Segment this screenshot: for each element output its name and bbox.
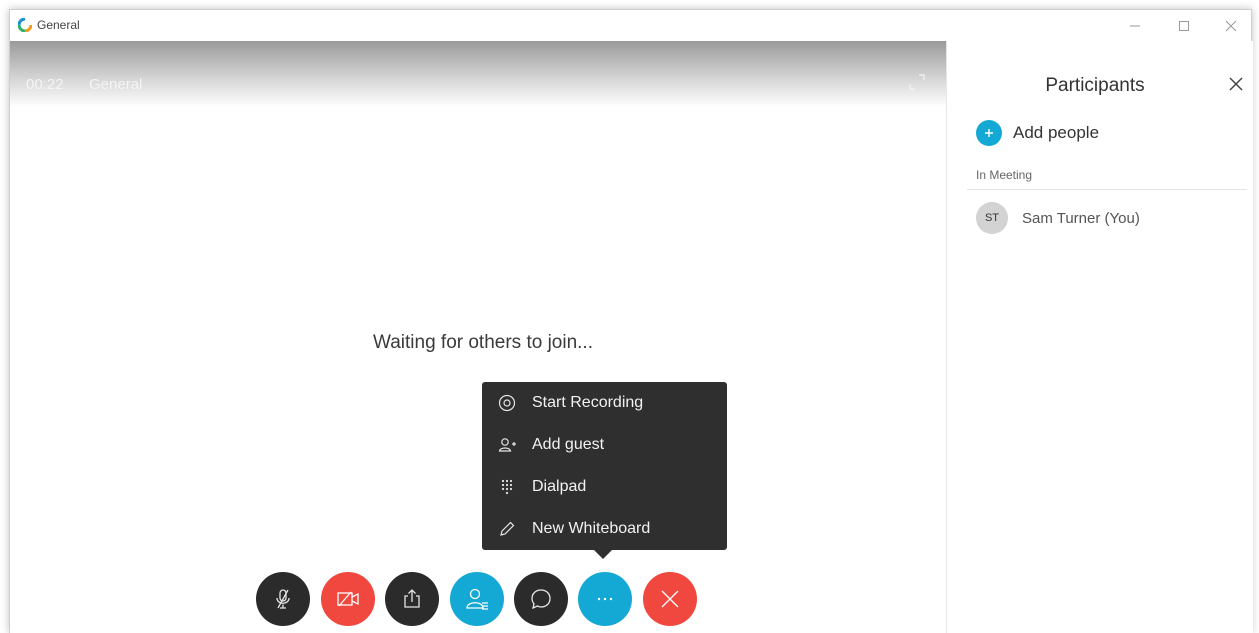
participants-panel: Participants Add people In Meeting ST Sa…	[946, 41, 1253, 633]
minimize-button[interactable]	[1120, 14, 1150, 38]
microphone-muted-icon	[276, 589, 290, 609]
fullscreen-icon[interactable]	[908, 73, 926, 91]
add-guest-icon	[497, 435, 517, 455]
dialpad-icon	[497, 477, 517, 497]
menu-item-start-recording[interactable]: Start Recording	[482, 382, 727, 424]
menu-item-label: Add guest	[532, 436, 605, 453]
avatar: ST	[976, 202, 1008, 234]
section-label: In Meeting	[976, 168, 1033, 182]
video-button[interactable]	[321, 572, 375, 626]
menu-item-new-whiteboard[interactable]: New Whiteboard	[482, 508, 727, 550]
panel-title: Participants	[1045, 75, 1145, 96]
stage-header: 00:22 General	[10, 41, 946, 107]
end-call-button[interactable]	[643, 572, 697, 626]
add-people-label[interactable]: Add people	[1013, 123, 1099, 143]
app-window: General 00:22 General Waiting for others…	[9, 9, 1253, 633]
add-people-button[interactable]	[976, 120, 1002, 146]
menu-item-label: Start Recording	[532, 394, 644, 411]
more-icon	[597, 597, 613, 601]
call-timer: 00:22	[26, 76, 64, 93]
minimize-icon	[1130, 25, 1140, 27]
chat-icon	[531, 589, 551, 610]
waiting-message: Waiting for others to join...	[372, 332, 593, 353]
menu-item-add-guest[interactable]: Add guest	[482, 424, 727, 466]
plus-icon	[985, 129, 993, 137]
share-icon	[404, 589, 420, 608]
pencil-icon	[497, 519, 517, 539]
menu-item-dialpad[interactable]: Dialpad	[482, 466, 727, 508]
app-logo-icon	[18, 18, 32, 32]
participant-name[interactable]: Sam Turner (You)	[1022, 210, 1140, 227]
close-icon	[661, 590, 679, 608]
window-title: General	[37, 18, 80, 32]
meeting-stage: 00:22 General Waiting for others to join…	[10, 41, 946, 633]
participants-button[interactable]	[450, 572, 504, 626]
more-options-menu: Start Recording Add guest Dialpad New Wh…	[482, 382, 727, 559]
close-icon	[1225, 20, 1237, 32]
window-close-button[interactable]	[1216, 14, 1246, 38]
share-button[interactable]	[385, 572, 439, 626]
video-off-icon	[337, 591, 359, 607]
menu-item-label: Dialpad	[532, 478, 587, 495]
more-button[interactable]	[578, 572, 632, 626]
menu-item-label: New Whiteboard	[532, 520, 651, 537]
meeting-name: General	[89, 76, 143, 93]
maximize-button[interactable]	[1169, 14, 1199, 38]
chat-button[interactable]	[514, 572, 568, 626]
participants-icon	[466, 588, 488, 610]
divider	[967, 189, 1247, 190]
mute-button[interactable]	[256, 572, 310, 626]
maximize-icon	[1179, 21, 1189, 31]
record-icon	[497, 393, 517, 413]
title-bar: General	[10, 10, 1251, 41]
close-icon[interactable]	[1228, 76, 1244, 92]
